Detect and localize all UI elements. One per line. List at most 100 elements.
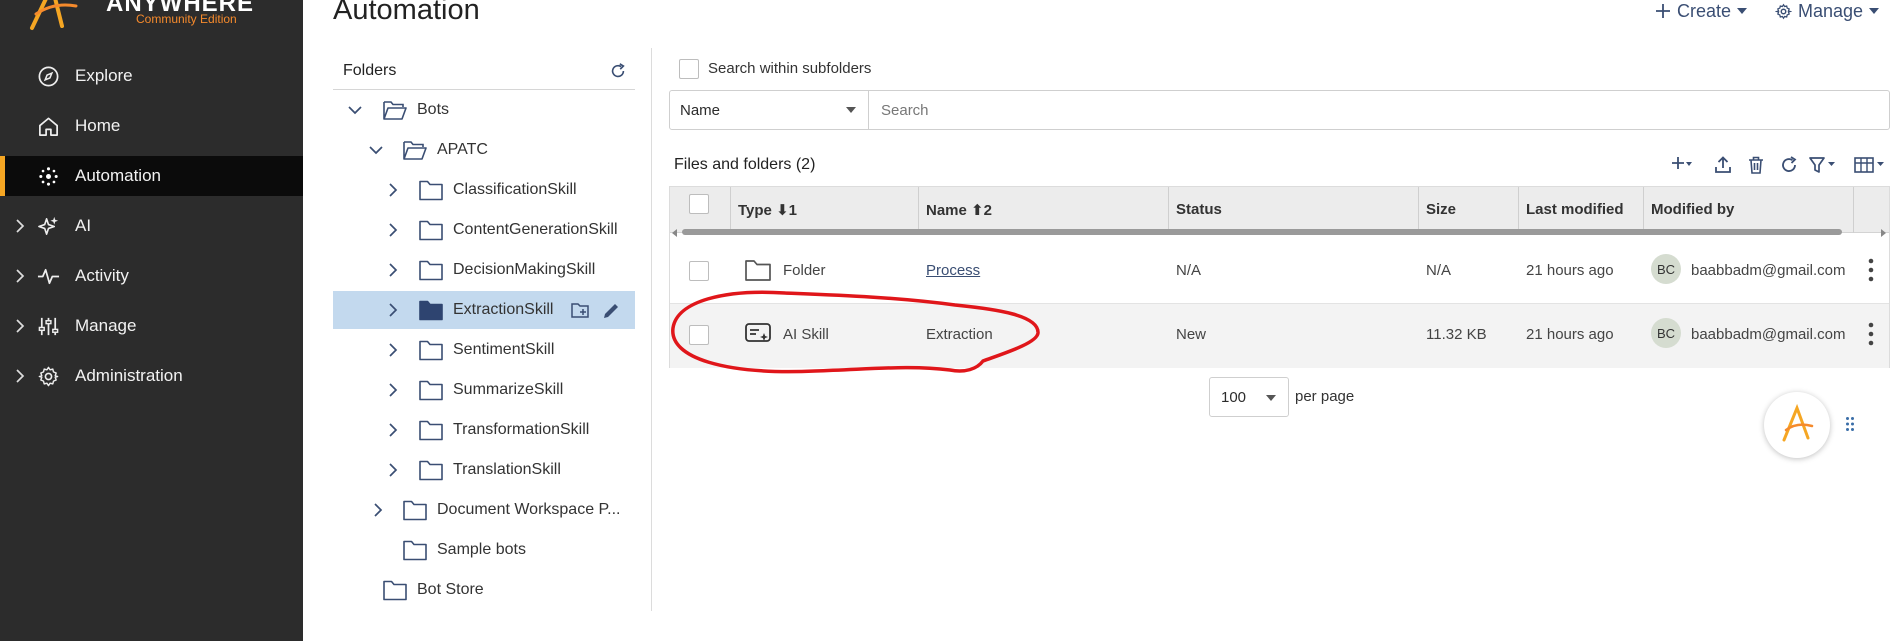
column-header-name[interactable]: Name ⬆2 (926, 201, 992, 219)
tree-item-transformationskill[interactable]: TransformationSkill (333, 411, 635, 449)
search-subfolders-checkbox[interactable] (679, 59, 699, 79)
sidebar-item-activity[interactable]: Activity (0, 256, 303, 296)
column-divider[interactable] (730, 187, 731, 233)
sidebar-item-label: Automation (75, 166, 161, 185)
folder-icon (419, 180, 443, 201)
search-field-select[interactable]: Name (669, 90, 869, 130)
filter-dropdown-icon[interactable] (1808, 154, 1838, 176)
kebab-menu-icon[interactable] (1868, 322, 1874, 346)
column-divider[interactable] (1418, 187, 1419, 233)
tree-item-label: Bot Store (417, 581, 484, 598)
chevron-right-icon[interactable] (385, 462, 401, 478)
column-header-last-modified[interactable]: Last modified (1526, 201, 1624, 218)
scroll-left-arrow-icon[interactable] (672, 229, 677, 237)
row-checkbox[interactable] (689, 261, 709, 281)
search-input[interactable] (868, 90, 1890, 130)
chevron-right-icon[interactable] (385, 342, 401, 358)
sidebar-item-automation[interactable]: Automation (0, 156, 303, 196)
sidebar-item-ai[interactable]: AI (0, 206, 303, 246)
chevron-right-icon[interactable] (370, 502, 386, 518)
tree-item-decisionmakingskill[interactable]: DecisionMakingSkill (333, 251, 635, 289)
move-folder-icon[interactable] (571, 301, 591, 321)
assistant-fab-button[interactable] (1764, 392, 1830, 458)
row-last-modified: 21 hours ago (1526, 326, 1614, 343)
sidebar-item-label: AI (75, 216, 92, 235)
tree-item-label: ExtractionSkill (453, 301, 554, 318)
sidebar-item-label: Manage (75, 316, 137, 335)
chevron-down-icon[interactable] (347, 102, 363, 118)
chevron-right-icon[interactable] (385, 422, 401, 438)
tree-item-label: APATC (437, 141, 488, 158)
sidebar-item-home[interactable]: Home (0, 106, 303, 146)
scroll-right-arrow-icon[interactable] (1881, 229, 1886, 237)
app-window: ANYWHERE Community Edition Explore Home … (0, 0, 1895, 641)
table-row[interactable]: Folder Process N/A N/A 21 hours ago BC b… (670, 240, 1889, 304)
kebab-menu-icon[interactable] (1868, 258, 1874, 282)
files-table: Type ⬇1 Name ⬆2 Status Size Last modifie… (669, 186, 1890, 368)
chevron-right-icon[interactable] (12, 368, 28, 384)
column-divider[interactable] (1643, 187, 1644, 233)
column-header-size[interactable]: Size (1426, 201, 1456, 218)
page-size-select[interactable]: 100 (1209, 377, 1289, 417)
chevron-right-icon[interactable] (385, 222, 401, 238)
chevron-right-icon[interactable] (385, 302, 401, 318)
create-button-label: Create (1677, 0, 1732, 21)
logo: ANYWHERE Community Edition (28, 0, 268, 34)
chevron-right-icon[interactable] (385, 382, 401, 398)
column-header-status[interactable]: Status (1176, 201, 1222, 218)
column-divider[interactable] (918, 187, 919, 233)
row-name[interactable]: Extraction (926, 326, 993, 343)
tree-item-contentgenerationskill[interactable]: ContentGenerationSkill (333, 211, 635, 249)
tree-item-bot-store[interactable]: Bot Store (333, 571, 635, 609)
edit-pencil-icon[interactable] (601, 301, 621, 321)
row-name-link[interactable]: Process (926, 262, 980, 279)
sidebar-item-administration[interactable]: Administration (0, 356, 303, 396)
column-divider[interactable] (1853, 187, 1854, 233)
tree-item-classificationskill[interactable]: ClassificationSkill (333, 171, 635, 209)
tree-item-sample-bots[interactable]: Sample bots (333, 531, 635, 569)
page-title: Automation (333, 0, 480, 26)
chevron-right-icon[interactable] (12, 218, 28, 234)
table-row[interactable]: AI Skill Extraction New 11.32 KB 21 hour… (670, 304, 1889, 368)
chevron-right-icon[interactable] (12, 268, 28, 284)
create-button[interactable]: Create (1655, 0, 1748, 22)
refresh-icon[interactable] (1778, 154, 1800, 176)
sidebar-item-explore[interactable]: Explore (0, 56, 303, 96)
tree-item-sentimentskill[interactable]: SentimentSkill (333, 331, 635, 369)
sidebar-item-label: Explore (75, 66, 133, 85)
column-header-type[interactable]: Type ⬇1 (738, 201, 797, 219)
chevron-right-icon[interactable] (12, 318, 28, 334)
table-columns-dropdown-icon[interactable] (1853, 154, 1887, 176)
avatar: BC (1651, 254, 1681, 284)
sidebar-item-manage[interactable]: Manage (0, 306, 303, 346)
row-checkbox[interactable] (689, 325, 709, 345)
trash-icon[interactable] (1745, 154, 1767, 176)
column-header-modified-by[interactable]: Modified by (1651, 201, 1734, 218)
horizontal-scrollbar[interactable] (682, 229, 1842, 235)
chevron-right-icon[interactable] (385, 182, 401, 198)
chevron-down-icon[interactable] (368, 142, 384, 158)
upload-icon[interactable] (1712, 154, 1734, 176)
column-divider[interactable] (1168, 187, 1169, 233)
ai-sparkle-icon (38, 216, 59, 235)
chevron-right-icon[interactable] (385, 262, 401, 278)
tree-item-apatc[interactable]: APATC (333, 131, 635, 169)
manage-button[interactable]: Manage (1775, 0, 1880, 22)
tree-item-summarizeskill[interactable]: SummarizeSkill (333, 371, 635, 409)
tree-item-document-workspace[interactable]: Document Workspace P... (333, 491, 635, 529)
tree-item-extractionskill[interactable]: ExtractionSkill (333, 291, 635, 329)
drag-handle-icon[interactable] (1845, 416, 1855, 432)
brand-a-logo-icon (30, 0, 78, 30)
column-divider[interactable] (1518, 187, 1519, 233)
tree-item-label: TranslationSkill (453, 461, 561, 478)
tree-item-translationskill[interactable]: TranslationSkill (333, 451, 635, 489)
sliders-icon (38, 317, 59, 336)
sidebar-item-label: Activity (75, 266, 129, 285)
add-dropdown-icon[interactable] (1671, 154, 1693, 176)
panel-divider[interactable] (651, 48, 652, 611)
tree-item-label: SentimentSkill (453, 341, 555, 358)
tree-item-bots[interactable]: Bots (333, 91, 635, 129)
row-last-modified: 21 hours ago (1526, 262, 1614, 279)
select-all-checkbox[interactable] (689, 194, 709, 214)
refresh-icon[interactable] (609, 62, 627, 80)
